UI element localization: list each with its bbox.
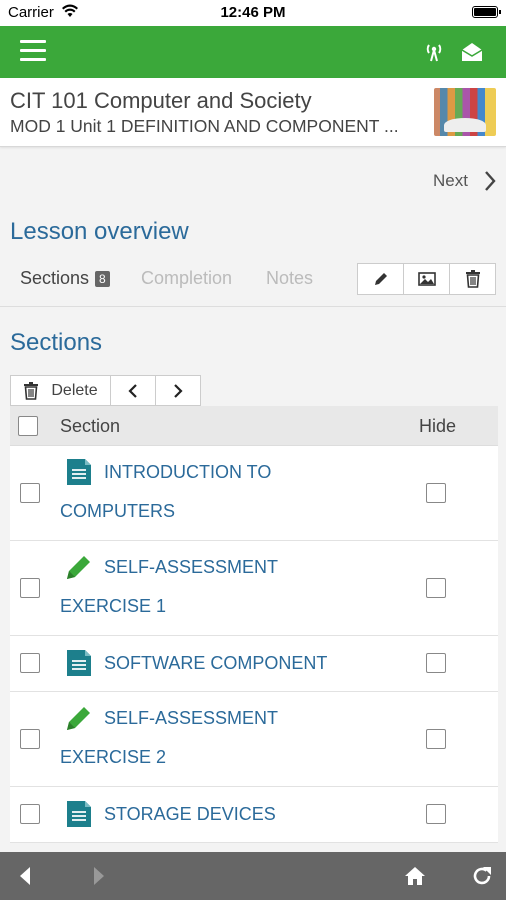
section-link[interactable]: SELF-ASSESSMENT EXERCISE 1 [60,548,408,626]
section-link[interactable]: STORAGE DEVICES [60,795,408,834]
lesson-tabs: Sections 8 Completion Notes [0,258,506,307]
course-title: CIT 101 Computer and Society [10,88,312,113]
sections-actions: Delete [10,375,201,406]
table-header: Section Hide [10,406,498,446]
hide-checkbox[interactable] [426,729,446,749]
table-row: STORAGE DEVICES [10,787,498,843]
section-title: INTRODUCTION TO [104,462,272,482]
hide-checkbox[interactable] [426,483,446,503]
delete-button[interactable]: Delete [11,376,111,405]
delete-lesson-button[interactable] [450,264,495,294]
table-row: SELF-ASSESSMENT EXERCISE 1 [10,541,498,636]
tab-completion[interactable]: Completion [141,268,232,289]
section-title: SELF-ASSESSMENT [104,557,279,577]
app-bar [0,26,506,78]
tab-completion-label: Completion [141,268,233,288]
move-right-button[interactable] [156,376,200,405]
row-select-checkbox[interactable] [20,804,40,824]
antenna-icon[interactable] [422,40,446,64]
refresh-icon[interactable] [470,864,494,888]
move-left-button[interactable] [111,376,156,405]
column-header-section: Section [60,416,121,436]
section-link[interactable]: SELF-ASSESSMENT EXERCISE 2 [60,699,408,777]
image-button[interactable] [404,264,450,294]
section-link[interactable]: INTRODUCTION TO COMPUTERS [60,453,408,531]
next-label: Next [433,171,468,190]
chevron-left-icon [128,383,137,398]
mail-icon[interactable] [460,40,484,64]
table-row: SOFTWARE COMPONENT [10,636,498,692]
module-title: MOD 1 Unit 1 DEFINITION AND COMPONENT ..… [10,116,399,136]
battery-icon [472,6,501,18]
next-button[interactable]: Next [433,170,496,192]
status-bar: Carrier 12:46 PM [0,0,506,26]
table-row: SELF-ASSESSMENT EXERCISE 2 [10,692,498,787]
hide-checkbox[interactable] [426,653,446,673]
hide-checkbox[interactable] [426,578,446,598]
sections-table: Section Hide INTRODUCTION TO COMPUTERS SE… [10,406,498,843]
sections-count-badge: 8 [95,271,110,288]
tab-sections[interactable]: Sections 8 [20,268,110,289]
column-header-hide: Hide [418,416,456,436]
lesson-toolbar [357,263,496,295]
trash-icon [24,381,39,400]
bottom-toolbar [0,852,506,900]
chevron-right-icon [485,171,496,191]
forward-arrow-icon[interactable] [86,864,110,888]
image-icon [417,272,436,286]
trash-icon [465,270,480,288]
row-select-checkbox[interactable] [20,653,40,673]
section-link[interactable]: SOFTWARE COMPONENT [60,644,408,683]
row-select-checkbox[interactable] [20,729,40,749]
table-row: INTRODUCTION TO COMPUTERS [10,446,498,541]
hamburger-menu-icon[interactable] [20,40,46,64]
tab-sections-label: Sections [20,268,90,288]
row-select-checkbox[interactable] [20,578,40,598]
row-select-checkbox[interactable] [20,483,40,503]
clock: 12:46 PM [220,4,286,21]
select-all-checkbox[interactable] [18,416,38,436]
section-title-cont: EXERCISE 1 [60,596,167,616]
back-arrow-icon[interactable] [14,864,38,888]
home-icon[interactable] [403,864,427,888]
chevron-right-icon [174,383,183,398]
course-thumbnail [434,88,496,136]
tab-notes[interactable]: Notes [266,268,313,289]
course-header: CIT 101 Computer and Society MOD 1 Unit … [0,78,506,147]
section-title-cont: EXERCISE 2 [60,747,167,767]
tab-notes-label: Notes [266,268,314,288]
hide-checkbox[interactable] [426,804,446,824]
edit-button[interactable] [358,264,404,294]
section-title-cont: COMPUTERS [60,501,176,521]
delete-label: Delete [51,381,98,399]
pencil-icon [374,273,387,285]
section-title: SOFTWARE COMPONENT [104,653,328,673]
lesson-overview-heading: Lesson overview [10,218,189,245]
section-title: STORAGE DEVICES [104,804,276,824]
section-title: SELF-ASSESSMENT [104,708,279,728]
sections-heading: Sections [10,329,103,356]
